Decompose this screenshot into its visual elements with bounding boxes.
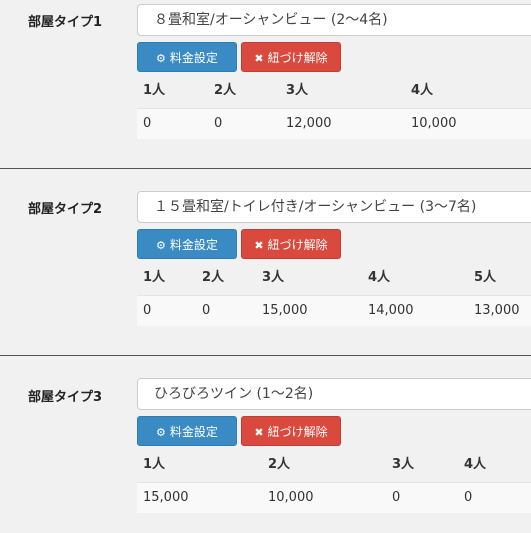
fee-settings-button[interactable]: ⚙ 料金設定 <box>137 416 237 446</box>
gears-icon: ⚙ <box>156 52 166 65</box>
unlink-button[interactable]: ✖ 紐づけ解除 <box>241 416 341 446</box>
times-icon: ✖ <box>254 52 264 65</box>
header-cell: 4人 <box>464 457 487 472</box>
section-divider <box>0 355 531 356</box>
price-cell: 0 <box>214 116 223 131</box>
header-cell: 2人 <box>202 270 225 285</box>
price-value-row: 0 0 15,000 14,000 13,000 <box>137 295 531 326</box>
price-cell: 14,000 <box>368 303 414 318</box>
price-cell: 15,000 <box>143 490 189 505</box>
price-cell: 10,000 <box>411 116 457 131</box>
header-cell: 5人 <box>474 270 497 285</box>
header-cell: 2人 <box>268 457 291 472</box>
times-icon: ✖ <box>254 426 264 439</box>
header-cell: 1人 <box>143 457 166 472</box>
room-name-input[interactable]: １５畳和室/トイレ付き/オーシャンビュー (3〜7名) <box>137 191 531 223</box>
room-type-label: 部屋タイプ2 <box>28 202 103 217</box>
price-value-row: 0 0 12,000 10,000 <box>137 108 531 139</box>
price-cell: 13,000 <box>474 303 520 318</box>
price-cell: 0 <box>392 490 401 505</box>
section-divider <box>0 168 531 169</box>
header-cell: 3人 <box>392 457 415 472</box>
unlink-button[interactable]: ✖ 紐づけ解除 <box>241 42 341 72</box>
header-cell: 4人 <box>411 83 434 98</box>
header-cell: 3人 <box>286 83 309 98</box>
fee-settings-button[interactable]: ⚙ 料金設定 <box>137 229 237 259</box>
price-cell: 0 <box>143 303 152 318</box>
price-cell: 10,000 <box>268 490 314 505</box>
price-header-row: 1人 2人 3人 4人 <box>137 76 531 106</box>
room-type-label: 部屋タイプ1 <box>28 15 103 30</box>
header-cell: 1人 <box>143 83 166 98</box>
price-value-row: 15,000 10,000 0 0 <box>137 482 531 513</box>
room-name-input[interactable]: ８畳和室/オーシャンビュー (2〜4名) <box>137 4 531 36</box>
price-cell: 12,000 <box>286 116 332 131</box>
price-cell: 0 <box>464 490 473 505</box>
room-type-label: 部屋タイプ3 <box>28 390 103 405</box>
header-cell: 4人 <box>368 270 391 285</box>
times-icon: ✖ <box>254 239 264 252</box>
price-header-row: 1人 2人 3人 4人 <box>137 450 531 480</box>
room-name-input[interactable]: ひろびろツイン (1〜2名) <box>137 378 531 410</box>
fee-settings-button[interactable]: ⚙ 料金設定 <box>137 42 237 72</box>
gears-icon: ⚙ <box>156 426 166 439</box>
price-cell: 0 <box>143 116 152 131</box>
price-cell: 0 <box>202 303 211 318</box>
header-cell: 3人 <box>262 270 285 285</box>
header-cell: 2人 <box>214 83 237 98</box>
unlink-button[interactable]: ✖ 紐づけ解除 <box>241 229 341 259</box>
price-cell: 15,000 <box>262 303 308 318</box>
header-cell: 1人 <box>143 270 166 285</box>
price-header-row: 1人 2人 3人 4人 5人 <box>137 263 531 293</box>
gears-icon: ⚙ <box>156 239 166 252</box>
